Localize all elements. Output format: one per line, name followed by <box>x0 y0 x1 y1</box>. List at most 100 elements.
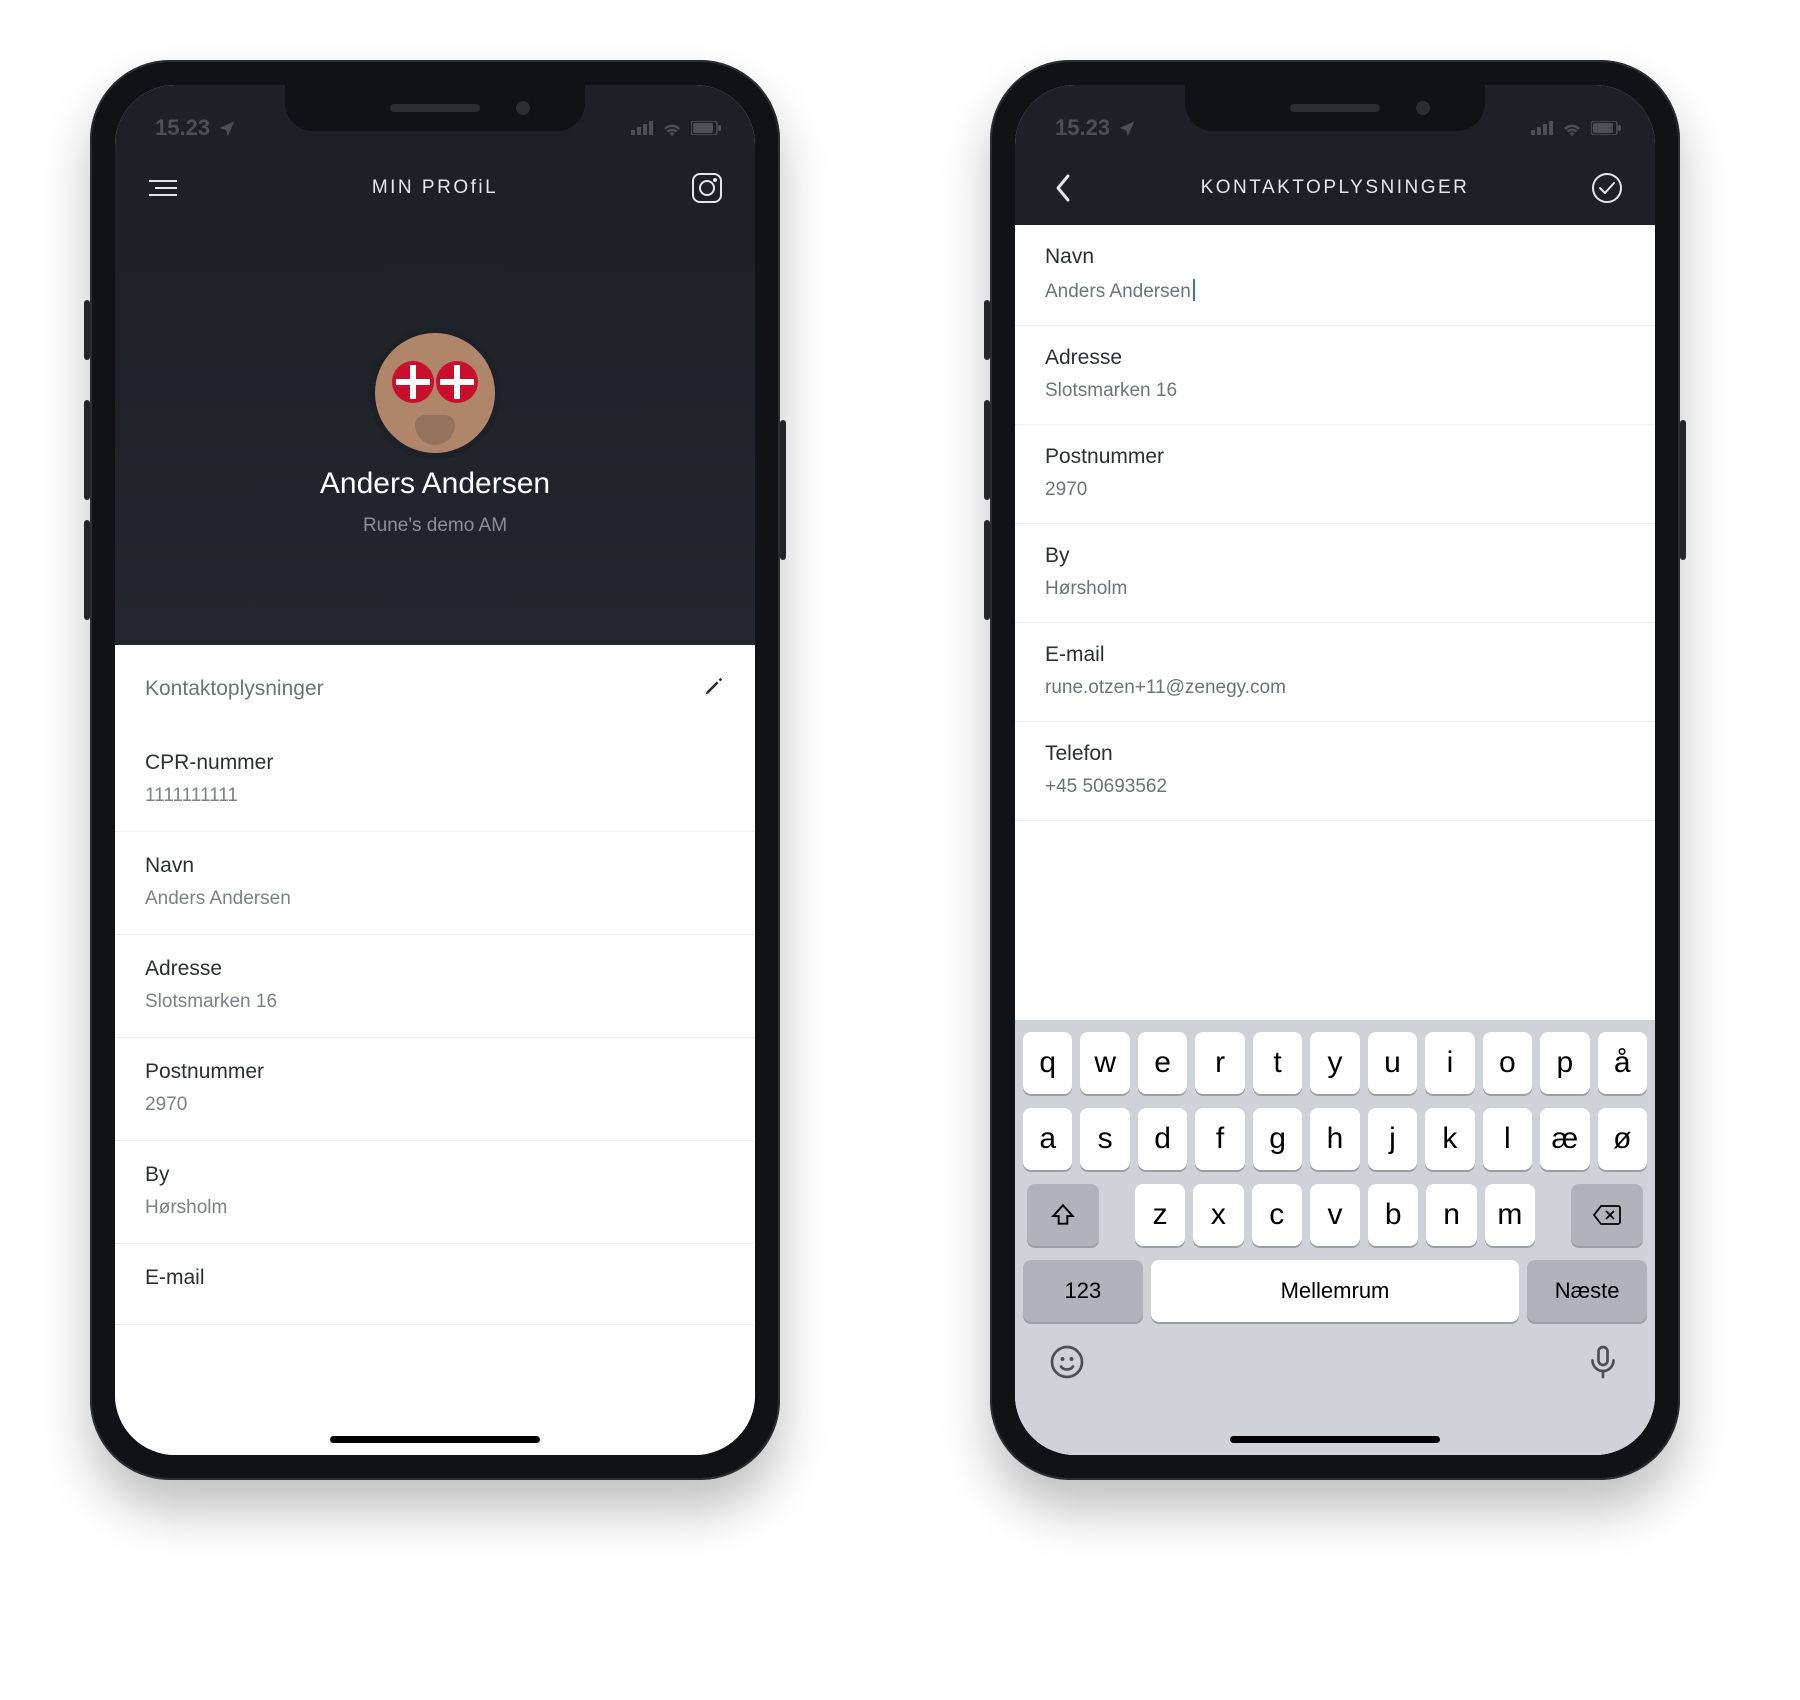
field-label: Navn <box>1045 245 1625 269</box>
field-label: Adresse <box>1045 346 1625 370</box>
form-row[interactable]: E-mail rune.otzen+11@zenegy.com <box>1015 623 1655 722</box>
key-k[interactable]: k <box>1425 1108 1474 1170</box>
key-m[interactable]: m <box>1485 1184 1535 1246</box>
edit-button[interactable] <box>703 675 725 703</box>
navbar-title: MIN PROfiL <box>372 177 498 199</box>
row-value: 2970 <box>145 1094 725 1116</box>
row-value: Hørsholm <box>145 1197 725 1219</box>
field-value[interactable]: 2970 <box>1045 479 1625 501</box>
screen-edit: 15.23 KONTAKTOPLYSNINGER <box>1015 85 1655 1455</box>
profile-row: CPR-nummer1111111111 <box>115 729 755 832</box>
camera-button[interactable] <box>687 171 727 205</box>
emoji-icon <box>1049 1344 1085 1380</box>
dictation-key[interactable] <box>1585 1344 1621 1385</box>
profile-row: Navn Anders Andersen <box>115 832 755 935</box>
key-v[interactable]: v <box>1310 1184 1360 1246</box>
key-l[interactable]: l <box>1483 1108 1532 1170</box>
key-o[interactable]: o <box>1483 1032 1532 1094</box>
key-d[interactable]: d <box>1138 1108 1187 1170</box>
backspace-icon <box>1592 1204 1622 1226</box>
section-title: Kontaktoplysninger <box>145 677 324 701</box>
field-value[interactable]: rune.otzen+11@zenegy.com <box>1045 677 1625 699</box>
key-æ[interactable]: æ <box>1540 1108 1589 1170</box>
field-value[interactable]: Anders Andersen <box>1045 279 1625 303</box>
back-button[interactable] <box>1043 173 1083 203</box>
key-r[interactable]: r <box>1195 1032 1244 1094</box>
battery-icon <box>1591 121 1621 135</box>
key-u[interactable]: u <box>1368 1032 1417 1094</box>
profile-row: E-mail <box>115 1244 755 1325</box>
key-p[interactable]: p <box>1540 1032 1589 1094</box>
notch <box>1185 85 1485 131</box>
navbar-title: KONTAKTOPLYSNINGER <box>1201 177 1470 199</box>
form-row[interactable]: Navn Anders Andersen <box>1015 225 1655 326</box>
phone-left: 15.23 MIN PROfiL <box>90 60 780 1480</box>
profile-hero: Anders Andersen Rune's demo AM <box>115 225 755 645</box>
row-label: By <box>145 1163 725 1187</box>
space-key[interactable]: Mellemrum <box>1151 1260 1519 1322</box>
row-label: Adresse <box>145 957 725 981</box>
pencil-icon <box>703 675 725 697</box>
backspace-key[interactable] <box>1571 1184 1643 1246</box>
profile-row: By Hørsholm <box>115 1141 755 1244</box>
home-indicator[interactable] <box>330 1436 540 1443</box>
location-arrow-icon <box>1118 119 1136 137</box>
status-time: 15.23 <box>1055 115 1110 141</box>
key-w[interactable]: w <box>1080 1032 1129 1094</box>
notch <box>285 85 585 131</box>
camera-icon <box>690 171 724 205</box>
cellular-icon <box>1531 121 1553 135</box>
avatar[interactable] <box>375 333 495 453</box>
form-row[interactable]: Postnummer2970 <box>1015 425 1655 524</box>
shift-key[interactable] <box>1027 1184 1099 1246</box>
key-z[interactable]: z <box>1135 1184 1185 1246</box>
key-x[interactable]: x <box>1193 1184 1243 1246</box>
key-c[interactable]: c <box>1252 1184 1302 1246</box>
key-n[interactable]: n <box>1426 1184 1476 1246</box>
key-q[interactable]: q <box>1023 1032 1072 1094</box>
key-h[interactable]: h <box>1310 1108 1359 1170</box>
form-row[interactable]: Adresse Slotsmarken 16 <box>1015 326 1655 425</box>
row-label: CPR-nummer <box>145 751 725 775</box>
field-label: By <box>1045 544 1625 568</box>
key-a[interactable]: a <box>1023 1108 1072 1170</box>
battery-icon <box>691 121 721 135</box>
form-row[interactable]: By Hørsholm <box>1015 524 1655 623</box>
key-y[interactable]: y <box>1310 1032 1359 1094</box>
row-value: Anders Andersen <box>145 888 725 910</box>
numeric-key[interactable]: 123 <box>1023 1260 1143 1322</box>
home-indicator[interactable] <box>1230 1436 1440 1443</box>
key-s[interactable]: s <box>1080 1108 1129 1170</box>
screen-profile: 15.23 MIN PROfiL <box>115 85 755 1455</box>
confirm-button[interactable] <box>1587 172 1627 204</box>
menu-button[interactable] <box>143 179 183 197</box>
key-i[interactable]: i <box>1425 1032 1474 1094</box>
field-value[interactable]: +45 50693562 <box>1045 776 1625 798</box>
navbar: MIN PROfiL <box>115 151 755 225</box>
key-b[interactable]: b <box>1368 1184 1418 1246</box>
field-label: E-mail <box>1045 643 1625 667</box>
form-row[interactable]: Telefon+45 50693562 <box>1015 722 1655 821</box>
key-t[interactable]: t <box>1253 1032 1302 1094</box>
key-j[interactable]: j <box>1368 1108 1417 1170</box>
profile-content[interactable]: Kontaktoplysninger CPR-nummer1111111111N… <box>115 645 755 1455</box>
key-g[interactable]: g <box>1253 1108 1302 1170</box>
wifi-icon <box>1561 120 1583 136</box>
emoji-key[interactable] <box>1049 1344 1085 1385</box>
profile-row: Postnummer 2970 <box>115 1038 755 1141</box>
key-å[interactable]: å <box>1598 1032 1647 1094</box>
key-ø[interactable]: ø <box>1598 1108 1647 1170</box>
key-e[interactable]: e <box>1138 1032 1187 1094</box>
chevron-left-icon <box>1054 173 1072 203</box>
keyboard: qwertyuiopå asdfghjklæø zxcvbnm 123 Mell… <box>1015 1020 1655 1455</box>
action-key[interactable]: Næste <box>1527 1260 1647 1322</box>
row-label: Postnummer <box>145 1060 725 1084</box>
key-f[interactable]: f <box>1195 1108 1244 1170</box>
field-value[interactable]: Slotsmarken 16 <box>1045 380 1625 402</box>
row-label: Navn <box>145 854 725 878</box>
checkmark-circle-icon <box>1591 172 1623 204</box>
location-arrow-icon <box>218 119 236 137</box>
hamburger-icon <box>149 179 177 197</box>
field-value[interactable]: Hørsholm <box>1045 578 1625 600</box>
profile-name: Anders Andersen <box>320 467 550 501</box>
